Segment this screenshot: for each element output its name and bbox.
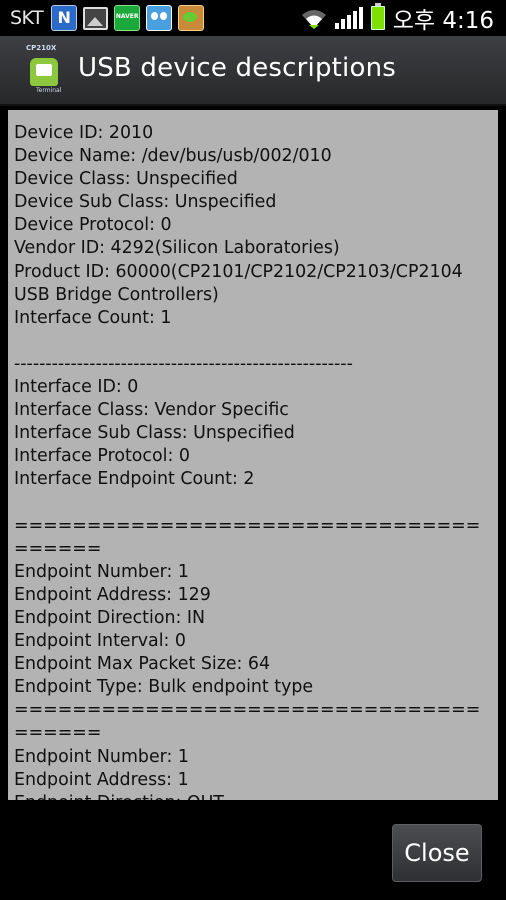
content-area: Device ID: 2010 Device Name: /dev/bus/us… [0,106,506,800]
clock: 오후 4:16 [392,8,494,34]
close-button[interactable]: Close [392,824,482,882]
app-title-bar: CP210X Terminal USB device descriptions [0,36,506,106]
carrier-label: SKT [10,7,44,29]
n-icon: N [51,5,78,31]
signal-icon [334,7,363,29]
app-game-icon [178,5,205,31]
app-face-icon [146,5,173,31]
picture-icon [83,6,109,30]
status-bar: SKT N NAVER 오후 4:16 [0,0,506,36]
naver-icon: NAVER [114,5,141,31]
app-logo-icon: CP210X Terminal [26,44,62,94]
page-title: USB device descriptions [78,53,397,83]
wifi-icon [301,10,326,29]
description-scroll-panel[interactable]: Device ID: 2010 Device Name: /dev/bus/us… [8,110,498,800]
notification-area[interactable]: SKT N NAVER [10,4,205,32]
system-icons: 오후 4:16 [301,2,494,34]
battery-icon [370,3,385,30]
device-description-text: Device ID: 2010 Device Name: /dev/bus/us… [14,123,481,800]
